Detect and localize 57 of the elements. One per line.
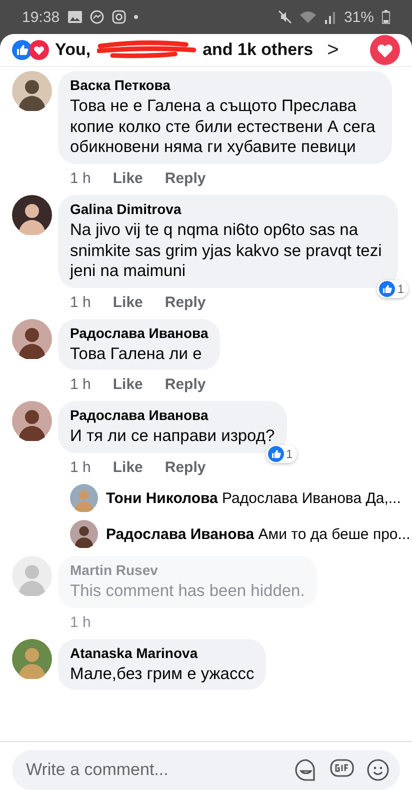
- reaction-count: 1: [397, 282, 404, 296]
- chevron[interactable]: >: [327, 38, 339, 62]
- wifi-icon: [300, 10, 316, 24]
- signal-icon: [324, 10, 336, 24]
- comment-text: This comment has been hidden.: [70, 581, 305, 602]
- comment-text: Това Галена ли е: [70, 344, 203, 364]
- reaction-badge[interactable]: 1: [266, 445, 297, 463]
- comment-time: 1 h: [70, 376, 91, 394]
- action-link[interactable]: Like: [112, 170, 143, 187]
- commenter-name[interactable]: Васка Петкова: [70, 77, 380, 93]
- battery-icon: [382, 10, 390, 24]
- avatar[interactable]: [12, 71, 52, 111]
- reactors-names[interactable]: You,: [55, 40, 91, 60]
- like-icon: [12, 40, 32, 60]
- commenter-name[interactable]: Martin Rusev: [70, 562, 305, 578]
- commenter-name[interactable]: Радослава Иванова: [70, 407, 275, 424]
- clock-time: 19:38: [22, 8, 60, 26]
- comment-text: Na jivo vij te q nqma ni6to op6to sas na snimkite sas grim yjas kakvo se pravqt tezi jeni na maimuni: [70, 220, 383, 282]
- comment-text: Това не е Галена а същото Преслава копие колко сте били естествени А сега обикновени няма ги хубавите певици: [70, 96, 376, 158]
- like-icon: [379, 280, 396, 297]
- avatar[interactable]: [70, 520, 98, 548]
- action-link[interactable]: Reply: [164, 170, 206, 187]
- battery-percent: 31%: [344, 8, 374, 26]
- love-reaction-icon[interactable]: [370, 35, 400, 65]
- avatar[interactable]: [12, 318, 52, 359]
- action-link[interactable]: Reply: [164, 459, 206, 476]
- emoji-icon[interactable]: [366, 758, 390, 782]
- mute-icon: [278, 10, 292, 24]
- commenter-name[interactable]: Atanaska Marinova: [70, 644, 254, 661]
- gif-icon[interactable]: [330, 758, 354, 778]
- dot-icon: [134, 15, 138, 19]
- reply-preview[interactable]: Тони Николова Радослава Иванова Да,...: [106, 490, 401, 506]
- comment-text: Мале,без грим е ужассс: [70, 664, 254, 684]
- sticker-icon[interactable]: [294, 758, 318, 782]
- commenter-name[interactable]: Galina Dimitrova: [70, 200, 386, 217]
- avatar[interactable]: [12, 401, 52, 442]
- avatar[interactable]: [12, 194, 52, 235]
- comment-text: И тя ли се направи изрод?: [70, 426, 275, 447]
- comment-time: 1 h: [70, 459, 91, 476]
- reaction-count: 1: [286, 447, 293, 461]
- commenter-name[interactable]: Радослава Иванова: [70, 324, 208, 341]
- action-link[interactable]: Like: [112, 294, 143, 311]
- comment-time: 1 h: [70, 170, 91, 187]
- action-link[interactable]: Reply: [164, 376, 206, 394]
- reactors-count[interactable]: and 1k others: [202, 40, 314, 60]
- camera-icon: [112, 10, 126, 24]
- reply-preview[interactable]: Радослава Иванова Ами то да беше про...: [106, 526, 410, 542]
- gallery-icon: [68, 11, 82, 23]
- comment-time: 1 h: [70, 614, 91, 631]
- like-icon: [268, 446, 284, 462]
- action-link[interactable]: Like: [112, 459, 143, 476]
- reaction-badge[interactable]: 1: [377, 280, 408, 298]
- comment-input[interactable]: Write a comment...: [12, 750, 400, 790]
- messenger-icon: [90, 10, 104, 24]
- comment-time: 1 h: [70, 294, 91, 311]
- action-link[interactable]: Like: [112, 376, 143, 394]
- action-link[interactable]: Reply: [164, 294, 206, 311]
